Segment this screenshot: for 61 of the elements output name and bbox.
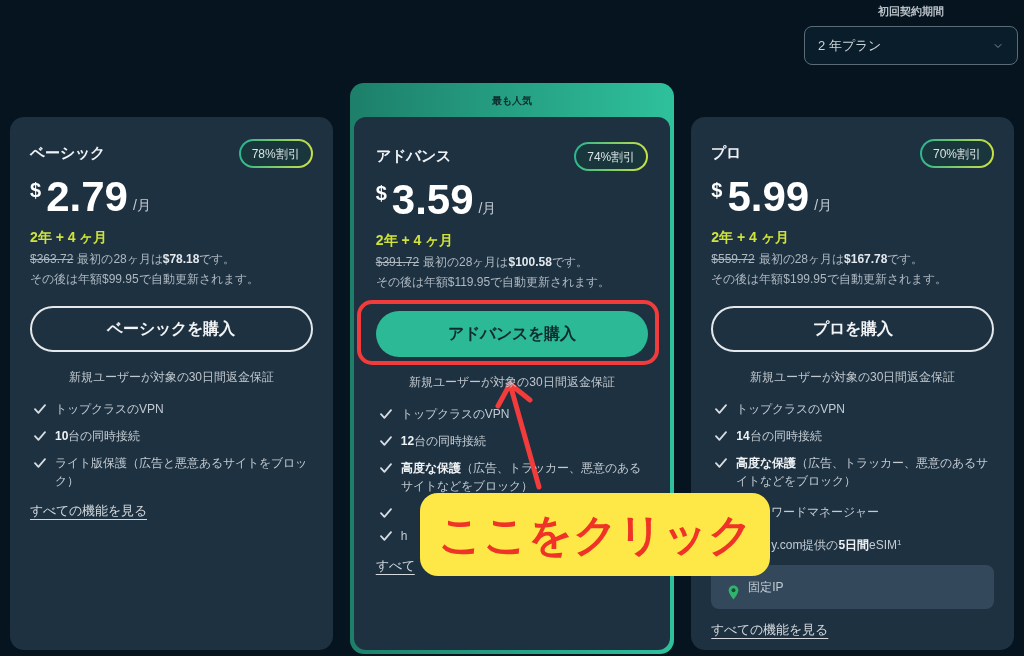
plan-term: 2年 + 4 ヶ月: [711, 228, 790, 247]
check-icon: [379, 436, 392, 446]
original-price: $363.72: [30, 251, 74, 268]
all-features-link[interactable]: すべて: [375, 556, 415, 576]
check-icon: [379, 508, 392, 518]
first-term-price: 最初の28ヶ月は$100.58です。: [423, 254, 588, 271]
term-dropdown[interactable]: 2 年プラン: [804, 26, 1018, 65]
check-icon: [715, 431, 728, 441]
check-icon: [379, 531, 392, 541]
annotation-label: ここをクリック: [420, 493, 770, 576]
guarantee-note: 新規ユーザーが対象の30日間返金保証: [68, 369, 275, 386]
feature-text: ライト版保護（広告と悪意あるサイトをブロック）: [55, 455, 308, 490]
check-icon: [379, 409, 392, 419]
price-currency: $: [30, 180, 42, 200]
feature-text: h: [400, 528, 408, 545]
price-currency: $: [711, 180, 723, 200]
original-price: $559.72: [711, 251, 755, 268]
original-price: $391.72: [375, 254, 420, 271]
check-icon: [34, 404, 46, 414]
check-icon: [379, 463, 392, 473]
ribbon-label: 最も人気: [492, 93, 532, 108]
feature-text: 固定IP: [748, 579, 784, 596]
first-term-price: 最初の28ヶ月は$78.18です。: [77, 251, 236, 268]
check-icon: [34, 458, 46, 468]
feature-text: 12台の同時接続: [400, 433, 487, 450]
check-icon: [34, 431, 46, 441]
map-pin-icon: [728, 584, 740, 600]
feature-text: トップクラスのVPN: [55, 401, 164, 418]
renewal-note: その後は年額$199.95で自動更新されます。: [711, 271, 948, 288]
price-unit: /月: [814, 196, 833, 215]
term-label: 初回契約期間: [878, 4, 944, 18]
feature-text: 10台の同時接続: [55, 428, 141, 445]
feature-text: 14台の同時接続: [736, 428, 822, 445]
plan-title: プロ: [711, 143, 742, 164]
buy-button[interactable]: プロを購入: [711, 306, 994, 352]
all-features-link[interactable]: すべての機能を見る: [711, 620, 829, 640]
renewal-note: その後は年額$99.95で自動更新されます。: [30, 271, 260, 288]
feature-text: y.com提供の5日間eSIM$^{1}$: [771, 538, 902, 552]
plan-term: 2年 + 4 ヶ月: [375, 231, 455, 250]
price-currency: $: [375, 183, 387, 203]
check-icon: [715, 458, 728, 468]
price-amount: 2.79: [46, 176, 128, 218]
price-amount: 3.59: [391, 179, 474, 221]
price-amount: 5.99: [727, 176, 810, 218]
guarantee-note: 新規ユーザーが対象の30日間返金保証: [749, 369, 956, 386]
dropdown-value: 2 年プラン: [818, 36, 881, 55]
buy-button[interactable]: ベーシックを購入: [30, 306, 313, 352]
feature-text: トップクラスのVPN: [736, 401, 845, 418]
plan-title: ベーシック: [30, 143, 105, 164]
check-icon: [715, 404, 728, 414]
plan-title: アドバンス: [375, 146, 451, 167]
buy-button[interactable]: アドバンスを購入: [375, 311, 649, 357]
first-term-price: 最初の28ヶ月は$167.78です。: [758, 251, 924, 268]
feature-text: ワードマネージャー: [771, 505, 880, 519]
feature-text: トップクラスのVPN: [400, 406, 510, 423]
price-unit: /月: [132, 196, 151, 215]
feature-text: 高度な保護（広告、トラッカー、悪意のあるサイトなどをブロック）: [736, 455, 990, 490]
plan-term: 2年 + 4 ヶ月: [30, 228, 109, 247]
price-unit: /月: [478, 199, 497, 218]
renewal-note: その後は年額$119.95で自動更新されます。: [375, 274, 612, 291]
all-features-link[interactable]: すべての機能を見る: [30, 501, 147, 521]
